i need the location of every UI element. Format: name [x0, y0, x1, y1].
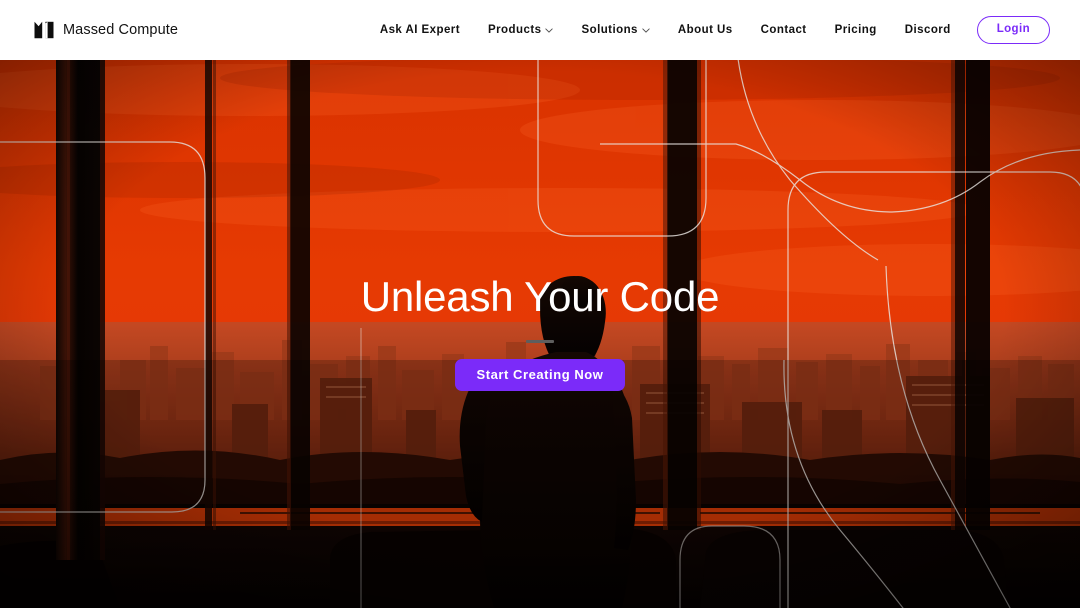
nav-item-solutions[interactable]: Solutions	[567, 15, 663, 45]
chevron-down-icon	[545, 27, 554, 33]
brand-logo[interactable]: Massed Compute	[34, 21, 178, 39]
main-navigation: Ask AI Expert Products Solutions About U…	[366, 15, 1050, 45]
nav-label: Contact	[760, 24, 807, 36]
hero-section: Unleash Your Code Start Creating Now	[0, 60, 1080, 608]
nav-label: Products	[488, 24, 542, 36]
nav-item-ask-ai-expert[interactable]: Ask AI Expert	[366, 15, 474, 45]
nav-item-pricing[interactable]: Pricing	[821, 15, 891, 45]
login-button[interactable]: Login	[976, 15, 1050, 45]
nav-label: Discord	[904, 24, 951, 36]
hero-content: Unleash Your Code Start Creating Now	[0, 60, 1080, 608]
nav-label: About Us	[677, 24, 733, 36]
nav-item-discord[interactable]: Discord	[891, 15, 965, 45]
nav-item-contact[interactable]: Contact	[747, 15, 821, 45]
nav-label: Pricing	[834, 24, 877, 36]
start-creating-now-button[interactable]: Start Creating Now	[454, 359, 626, 392]
nav-item-products[interactable]: Products	[474, 15, 567, 45]
chevron-down-icon	[642, 27, 650, 33]
site-header: Massed Compute Ask AI Expert Products So…	[0, 0, 1080, 60]
nav-item-about-us[interactable]: About Us	[664, 15, 747, 45]
nav-label: Ask AI Expert	[379, 24, 461, 36]
hero-title: Unleash Your Code	[360, 273, 720, 320]
nav-label: Solutions	[581, 24, 638, 36]
massed-compute-logo-icon	[34, 21, 54, 39]
hero-divider	[526, 340, 554, 344]
brand-name: Massed Compute	[63, 22, 179, 38]
